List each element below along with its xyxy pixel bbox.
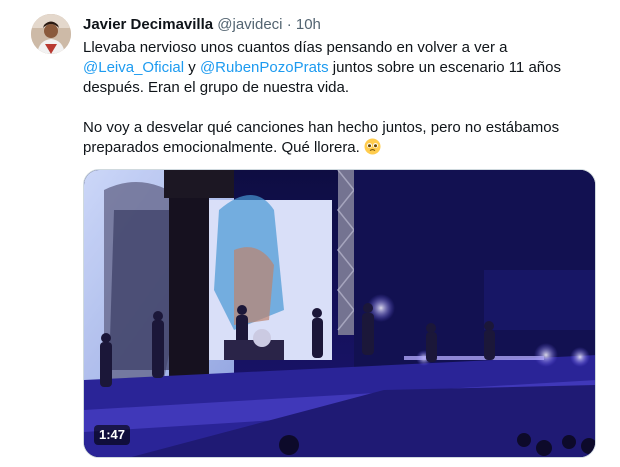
tweet-paragraph-2: No voy a desvelar qué canciones han hech…	[83, 118, 603, 158]
text-segment: Llevaba nervioso unos cuantos días pensa…	[83, 39, 508, 56]
text-segment: y	[184, 59, 200, 76]
tweet[interactable]: Javier Decimavilla @javideci · 10h Lleva…	[0, 0, 620, 467]
author-handle[interactable]: @javideci	[217, 16, 282, 33]
separator-dot: ·	[286, 16, 292, 33]
avatar-image	[31, 14, 71, 54]
mention-leiva[interactable]: @Leiva_Oficial	[83, 59, 184, 76]
tweet-header: Javier Decimavilla @javideci · 10h	[83, 16, 321, 34]
tweet-paragraph-1: Llevaba nervioso unos cuantos días pensa…	[83, 38, 603, 98]
author-name[interactable]: Javier Decimavilla	[83, 16, 213, 33]
timestamp[interactable]: 10h	[296, 16, 321, 33]
tweet-text: Llevaba nervioso unos cuantos días pensa…	[83, 38, 603, 158]
concert-video-frame	[84, 170, 595, 457]
avatar[interactable]	[31, 14, 71, 54]
pleading-face-emoji-icon	[364, 138, 381, 155]
video-player[interactable]	[83, 169, 596, 458]
video-duration-badge: 1:47	[94, 425, 131, 445]
text-segment: No voy a desvelar qué canciones han hech…	[83, 119, 560, 156]
mention-rubenpozo[interactable]: @RubenPozoPrats	[200, 59, 329, 76]
